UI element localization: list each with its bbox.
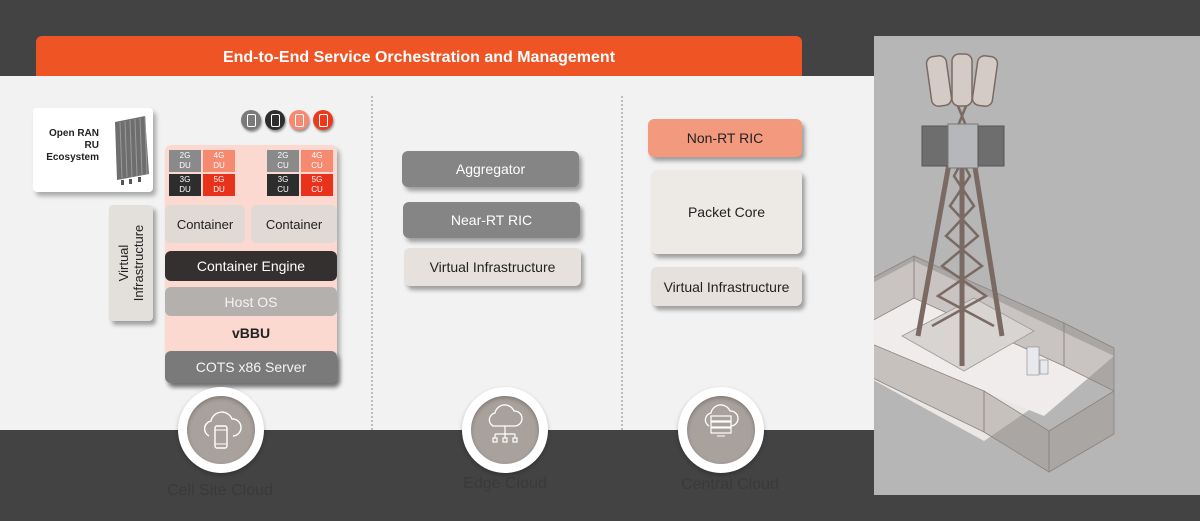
cell-gen: 5G: [213, 175, 225, 184]
container-box: Container: [165, 205, 245, 243]
packet-core-box: Packet Core: [651, 170, 802, 254]
cell-site-cloud-label: Cell Site Cloud: [167, 482, 273, 499]
phone-5g-icon: [313, 110, 333, 130]
radio-unit-icon: [115, 116, 149, 185]
cell-type: CU: [277, 185, 289, 194]
cots-server-box: COTS x86 Server: [165, 351, 337, 383]
du-cell-4g: 4G DU: [203, 150, 235, 172]
cu-cell-3g: 3G CU: [267, 174, 299, 196]
vbbu-label: vBBU: [231, 325, 271, 341]
vi-line: Infrastructure: [131, 224, 146, 302]
cell-gen: 3G: [277, 175, 289, 184]
vi-line: Virtual: [116, 244, 131, 282]
cell-tower-illustration: [847, 36, 1200, 495]
aggregator-box: Aggregator: [402, 151, 579, 187]
cell-type: DU: [179, 161, 191, 170]
virtual-infrastructure-side-box: Virtual Infrastructure: [109, 205, 153, 321]
cell-type: DU: [213, 185, 225, 194]
cell-type: DU: [213, 161, 225, 170]
cloud-badge-bg: [187, 396, 255, 464]
cell-type: CU: [277, 161, 289, 170]
ru-label-line: Open RAN: [49, 128, 99, 139]
edge-cloud-label: Edge Cloud: [463, 475, 547, 492]
edge-virtual-infrastructure-box: Virtual Infrastructure: [404, 248, 581, 286]
near-rt-ric-box: Near-RT RIC: [403, 202, 580, 238]
cloud-mobile-icon: [203, 411, 242, 449]
virtual-infrastructure-label: Virtual Infrastructure: [116, 225, 146, 302]
du-cell-5g: 5G DU: [203, 174, 235, 196]
cu-cell-5g: 5G CU: [301, 174, 333, 196]
cloud-badge-bg: [687, 396, 755, 464]
cloud-badge-bg: [471, 396, 539, 464]
cu-cell-2g: 2G CU: [267, 150, 299, 172]
ru-card-label: Open RAN RU Ecosystem: [39, 128, 99, 164]
du-cell-2g: 2G DU: [169, 150, 201, 172]
section-divider: [621, 96, 623, 430]
central-virtual-infrastructure-box: Virtual Infrastructure: [651, 267, 802, 306]
container-engine-box: Container Engine: [165, 251, 337, 281]
cloud-server-icon: [704, 404, 739, 437]
cell-gen: 5G: [311, 175, 323, 184]
central-cloud-label: Central Cloud: [681, 476, 779, 493]
container-box: Container: [251, 205, 337, 243]
vbbu-stack: 2G DU 4G DU 3G DU 5G DU 2G CU 4G CU 3G CU 5G CU …: [165, 145, 337, 383]
cell-gen: 4G: [213, 151, 225, 160]
cell-gen: 2G: [179, 151, 191, 160]
cell-type: DU: [179, 185, 191, 194]
phone-4g-icon: [289, 110, 309, 130]
ru-label-line: Ecosystem: [46, 152, 99, 163]
cu-cell-4g: 4G CU: [301, 150, 333, 172]
central-cloud-badge: [678, 387, 764, 473]
cloud-network-icon: [488, 404, 523, 443]
phone-3g-icon: [265, 110, 285, 130]
non-rt-ric-box: Non-RT RIC: [648, 119, 802, 157]
host-os-box: Host OS: [165, 287, 337, 316]
cell-type: CU: [311, 185, 323, 194]
open-ran-ru-card: Open RAN RU Ecosystem: [33, 108, 153, 192]
phone-2g-icon: [241, 110, 261, 130]
cell-gen: 2G: [277, 151, 289, 160]
cell-gen: 3G: [179, 175, 191, 184]
du-cell-3g: 3G DU: [169, 174, 201, 196]
ru-label-line: RU: [84, 140, 99, 151]
orchestration-banner: End-to-End Service Orchestration and Man…: [36, 36, 802, 76]
cell-gen: 4G: [311, 151, 323, 160]
edge-cloud-badge: [462, 387, 548, 473]
cell-site-cloud-badge: [178, 387, 264, 473]
cell-tower-icon: [847, 53, 1115, 473]
cell-type: CU: [311, 161, 323, 170]
section-divider: [371, 96, 373, 430]
